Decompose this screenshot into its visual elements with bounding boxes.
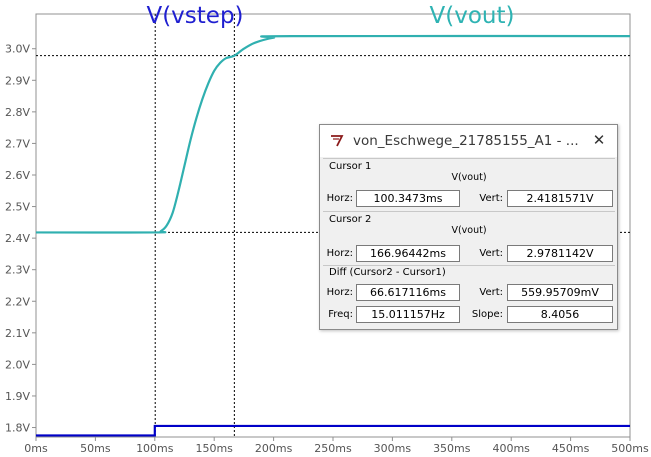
x-tick-label: 100ms [136, 442, 174, 455]
cursor1-group: Cursor 1 V(vout) Horz: 100.3473ms Vert: … [323, 158, 615, 212]
diff-freq-field[interactable]: 15.011157Hz [356, 306, 460, 323]
cursor1-vert-label: Vert: [479, 193, 503, 204]
y-tick-label: 3.0V [5, 43, 30, 56]
y-tick-label: 2.3V [5, 264, 30, 277]
x-tick-label: 0ms [24, 442, 48, 455]
trace-vvstep[interactable] [36, 424, 630, 437]
diff-slope-field[interactable]: 8.4056 [507, 306, 613, 323]
x-tick-label: 350ms [433, 442, 471, 455]
y-tick-label: 1.9V [5, 390, 30, 403]
cursor2-horz-label: Horz: [326, 248, 353, 259]
y-tick-label: 2.4V [5, 232, 30, 245]
cursor-dialog[interactable]: von_Eschwege_21785155_A1 - ... ✕ Cursor … [319, 124, 618, 330]
close-icon[interactable]: ✕ [591, 131, 607, 149]
dialog-titlebar[interactable]: von_Eschwege_21785155_A1 - ... ✕ [320, 125, 617, 157]
x-tick-label: 200ms [255, 442, 293, 455]
x-tick-label: 50ms [80, 442, 111, 455]
y-tick-label: 2.8V [5, 106, 30, 119]
cursor1-title: Cursor 1 [329, 161, 372, 172]
y-tick-label: 2.1V [5, 327, 30, 340]
cursor2-vert-label: Vert: [479, 248, 503, 259]
cursor2-vert-field[interactable]: 2.9781142V [507, 245, 613, 262]
y-tick-label: 2.7V [5, 137, 30, 150]
x-tick-label: 500ms [611, 442, 649, 455]
x-tick-label: 250ms [314, 442, 352, 455]
dialog-title: von_Eschwege_21785155_A1 - ... [353, 133, 579, 149]
diff-slope-label: Slope: [471, 309, 503, 320]
ltspice-app-icon [331, 135, 344, 147]
cursor2-group: Cursor 2 V(vout) Horz: 166.96442ms Vert:… [323, 211, 615, 265]
trace-title-vvstep[interactable]: V(vstep) [146, 3, 243, 29]
y-tick-label: 2.9V [5, 74, 30, 87]
x-tick-label: 450ms [552, 442, 590, 455]
trace-title-vvout[interactable]: V(vout) [430, 3, 515, 29]
y-tick-label: 2.5V [5, 201, 30, 214]
diff-vert-label: Vert: [479, 287, 503, 298]
x-tick-label: 300ms [374, 442, 412, 455]
y-tick-label: 2.0V [5, 358, 30, 371]
cursor1-horz-label: Horz: [326, 193, 353, 204]
cursor2-horz-field[interactable]: 166.96442ms [356, 245, 460, 262]
diff-title: Diff (Cursor2 - Cursor1) [329, 267, 446, 278]
cursor1-horz-field[interactable]: 100.3473ms [356, 190, 460, 207]
y-tick-label: 2.2V [5, 295, 30, 308]
diff-vert-field[interactable]: 559.95709mV [507, 284, 613, 301]
cursor2-title: Cursor 2 [329, 214, 372, 225]
y-tick-label: 2.6V [5, 169, 30, 182]
diff-group: Diff (Cursor2 - Cursor1) Horz: 66.617116… [323, 265, 615, 328]
cursor1-vert-field[interactable]: 2.4181571V [507, 190, 613, 207]
diff-freq-label: Freq: [328, 309, 353, 320]
diff-horz-label: Horz: [326, 287, 353, 298]
cursor2-trace-name: V(vout) [451, 225, 487, 236]
x-tick-label: 400ms [492, 442, 530, 455]
diff-horz-field[interactable]: 66.617116ms [356, 284, 460, 301]
cursor1-trace-name: V(vout) [451, 172, 487, 183]
y-tick-label: 1.8V [5, 422, 30, 435]
x-tick-label: 150ms [195, 442, 233, 455]
